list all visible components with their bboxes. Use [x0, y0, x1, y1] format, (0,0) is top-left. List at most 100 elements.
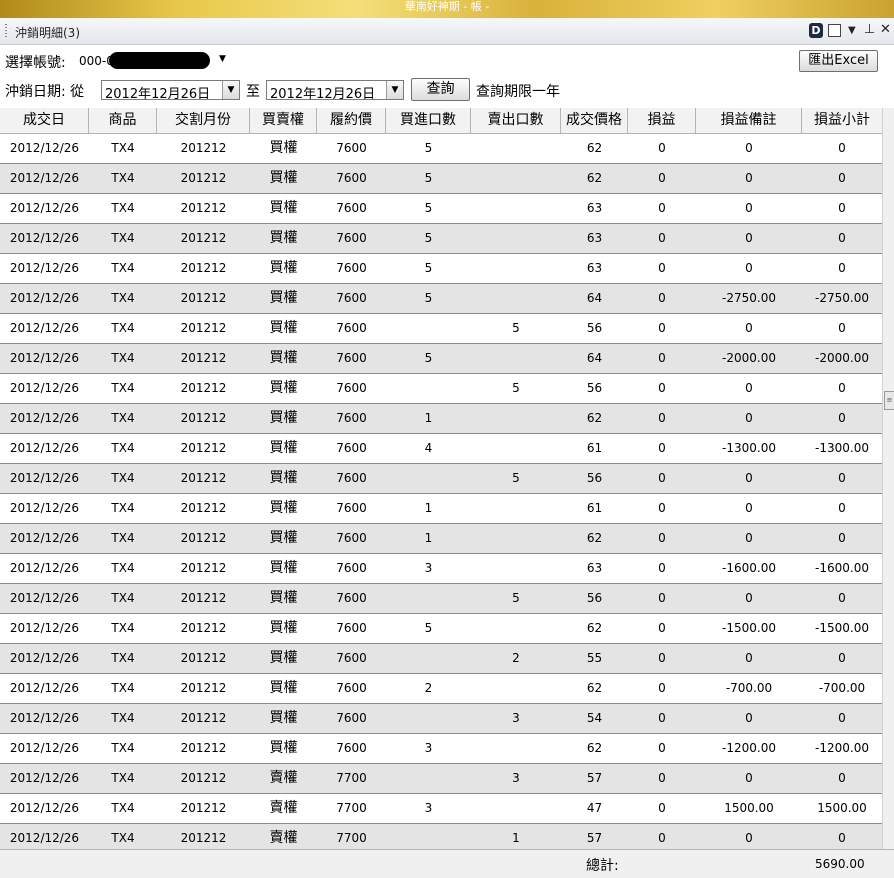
cell-product: TX4: [111, 531, 135, 545]
cell-trade-date: 2012/12/26: [9, 561, 80, 575]
close-icon[interactable]: ✕: [880, 22, 891, 37]
to-date-picker[interactable]: 2012年12月26日 ▼: [266, 80, 404, 102]
cell-delivery-month: 201212: [180, 351, 227, 365]
cell-trade-date: 2012/12/26: [9, 711, 80, 725]
table-row[interactable]: 2012/12/26 TX4 201212 買權 7600 2 55 0 0 0: [0, 644, 882, 674]
float-window-icon[interactable]: [828, 24, 841, 37]
column-header-strike-price[interactable]: 履約價: [317, 108, 386, 133]
table-row[interactable]: 2012/12/26 TX4 201212 買權 7600 1 62 0 0 0: [0, 524, 882, 554]
column-header-trade-date[interactable]: 成交日: [0, 108, 89, 133]
table-row[interactable]: 2012/12/26 TX4 201212 買權 7600 5 63 0 0 0: [0, 194, 882, 224]
table-row[interactable]: 2012/12/26 TX4 201212 買權 7600 5 56 0 0 0: [0, 374, 882, 404]
scrollbar-thumb[interactable]: ≡: [884, 391, 894, 410]
cell-sell-qty: [471, 674, 561, 703]
table-row[interactable]: 2012/12/26 TX4 201212 賣權 7700 3 57 0 0 0: [0, 764, 882, 794]
table-row[interactable]: 2012/12/26 TX4 201212 賣權 7700 3 47 0 1500.00 1500…: [0, 794, 882, 824]
account-label: 選擇帳號:: [5, 55, 66, 71]
table-body[interactable]: 2012/12/26 TX4 201212 買權 7600 5 62 0 0 0 2012/12/2…: [0, 134, 882, 849]
cell-pl-note: 0: [745, 531, 753, 545]
cell-delivery-month: 201212: [180, 681, 227, 695]
pane-menu-icon[interactable]: ▼: [848, 25, 856, 36]
cell-profit-loss: 0: [658, 741, 666, 755]
cell-trade-date: 2012/12/26: [9, 171, 80, 185]
query-limit-note: 查詢期限一年: [476, 84, 560, 100]
table-row[interactable]: 2012/12/26 TX4 201212 買權 7600 5 63 0 0 0: [0, 224, 882, 254]
cell-sell-qty: [471, 284, 561, 313]
cell-profit-loss: 0: [658, 591, 666, 605]
table-row[interactable]: 2012/12/26 TX4 201212 買權 7600 5 56 0 0 0: [0, 314, 882, 344]
to-date-dropdown-icon[interactable]: ▼: [386, 81, 403, 99]
table-row[interactable]: 2012/12/26 TX4 201212 買權 7600 5 64 0 -2750.00 -27…: [0, 284, 882, 314]
cell-pl-subtotal: -1600.00: [815, 561, 869, 575]
pin-icon[interactable]: ⊥: [864, 22, 875, 37]
cell-profit-loss: 0: [658, 441, 666, 455]
column-header-call-put[interactable]: 買賣權: [250, 108, 317, 133]
table-row[interactable]: 2012/12/26 TX4 201212 買權 7600 5 62 0 0 0: [0, 134, 882, 164]
table-row[interactable]: 2012/12/26 TX4 201212 買權 7600 3 63 0 -1600.00 -16…: [0, 554, 882, 584]
column-header-pl-note[interactable]: 損益備註: [696, 108, 802, 133]
table-row[interactable]: 2012/12/26 TX4 201212 賣權 7700 1 57 0 0 0: [0, 824, 882, 849]
table-row[interactable]: 2012/12/26 TX4 201212 買權 7600 5 56 0 0 0: [0, 584, 882, 614]
cell-trade-price: 61: [586, 501, 603, 515]
from-date-picker[interactable]: 2012年12月26日 ▼: [101, 80, 240, 102]
cell-call-put: 買權: [269, 380, 298, 396]
cell-trade-price: 61: [586, 441, 603, 455]
account-dropdown-arrow-icon[interactable]: ▼: [219, 54, 226, 64]
drag-grip-icon[interactable]: [5, 24, 7, 38]
table-row[interactable]: 2012/12/26 TX4 201212 買權 7600 1 61 0 0 0: [0, 494, 882, 524]
cell-sell-qty: [471, 254, 561, 283]
cell-pl-note: 0: [745, 501, 753, 515]
cell-call-put: 買權: [269, 500, 298, 516]
cell-pl-note: 0: [745, 711, 753, 725]
cell-trade-price: 56: [586, 591, 603, 605]
table-row[interactable]: 2012/12/26 TX4 201212 買權 7600 1 62 0 0 0: [0, 404, 882, 434]
column-header-buy-qty[interactable]: 買進口數: [386, 108, 471, 133]
table-row[interactable]: 2012/12/26 TX4 201212 買權 7600 5 63 0 0 0: [0, 254, 882, 284]
query-button-label: 查詢: [426, 81, 455, 97]
cell-product: TX4: [111, 231, 135, 245]
table-row[interactable]: 2012/12/26 TX4 201212 買權 7600 5 62 0 -1500.00 -15…: [0, 614, 882, 644]
column-header-profit-loss[interactable]: 損益: [628, 108, 696, 133]
cell-sell-qty: [471, 614, 561, 643]
cell-sell-qty: 2: [512, 651, 520, 665]
cell-profit-loss: 0: [658, 531, 666, 545]
cell-call-put: 買權: [269, 530, 298, 546]
column-header-delivery-month[interactable]: 交割月份: [157, 108, 250, 133]
d-app-icon-label: D: [811, 24, 821, 37]
cell-delivery-month: 201212: [180, 441, 227, 455]
cell-sell-qty: [471, 134, 561, 163]
cell-trade-price: 63: [586, 261, 603, 275]
cell-buy-qty: [386, 764, 471, 793]
cell-strike-price: 7600: [336, 351, 367, 365]
table-row[interactable]: 2012/12/26 TX4 201212 買權 7600 4 61 0 -1300.00 -13…: [0, 434, 882, 464]
cell-trade-price: 62: [586, 411, 603, 425]
cell-pl-note: -1200.00: [722, 741, 776, 755]
cell-profit-loss: 0: [658, 321, 666, 335]
column-header-trade-price[interactable]: 成交價格: [561, 108, 628, 133]
column-header-product[interactable]: 商品: [89, 108, 157, 133]
from-date-dropdown-icon[interactable]: ▼: [222, 81, 239, 99]
table-row[interactable]: 2012/12/26 TX4 201212 買權 7600 2 62 0 -700.00 -700…: [0, 674, 882, 704]
cell-buy-qty: 5: [424, 261, 433, 275]
vertical-scrollbar[interactable]: ≡: [882, 108, 894, 849]
cell-sell-qty: 3: [512, 711, 520, 725]
cell-sell-qty: [471, 164, 561, 193]
query-button[interactable]: 查詢: [411, 78, 470, 101]
cell-pl-subtotal: 0: [838, 201, 846, 215]
table-row[interactable]: 2012/12/26 TX4 201212 買權 7600 5 64 0 -2000.00 -20…: [0, 344, 882, 374]
account-select[interactable]: 000-0 ▼: [75, 52, 230, 70]
table-row[interactable]: 2012/12/26 TX4 201212 買權 7600 5 62 0 0 0: [0, 164, 882, 194]
cell-pl-note: -1300.00: [722, 441, 776, 455]
cell-delivery-month: 201212: [180, 831, 227, 845]
export-excel-button[interactable]: 匯出Excel: [799, 50, 878, 72]
cell-delivery-month: 201212: [180, 411, 227, 425]
table-row[interactable]: 2012/12/26 TX4 201212 買權 7600 3 54 0 0 0: [0, 704, 882, 734]
cell-strike-price: 7600: [336, 321, 367, 335]
table-row[interactable]: 2012/12/26 TX4 201212 買權 7600 3 62 0 -1200.00 -12…: [0, 734, 882, 764]
query-toolbar: 選擇帳號: 000-0 ▼ 匯出Excel 沖銷日期: 從 2012年12月26…: [0, 45, 894, 108]
column-header-pl-subtotal[interactable]: 損益小計: [802, 108, 882, 133]
cell-trade-date: 2012/12/26: [9, 831, 80, 845]
column-header-sell-qty[interactable]: 賣出口數: [471, 108, 561, 133]
table-row[interactable]: 2012/12/26 TX4 201212 買權 7600 5 56 0 0 0: [0, 464, 882, 494]
d-app-icon[interactable]: D: [809, 23, 823, 38]
